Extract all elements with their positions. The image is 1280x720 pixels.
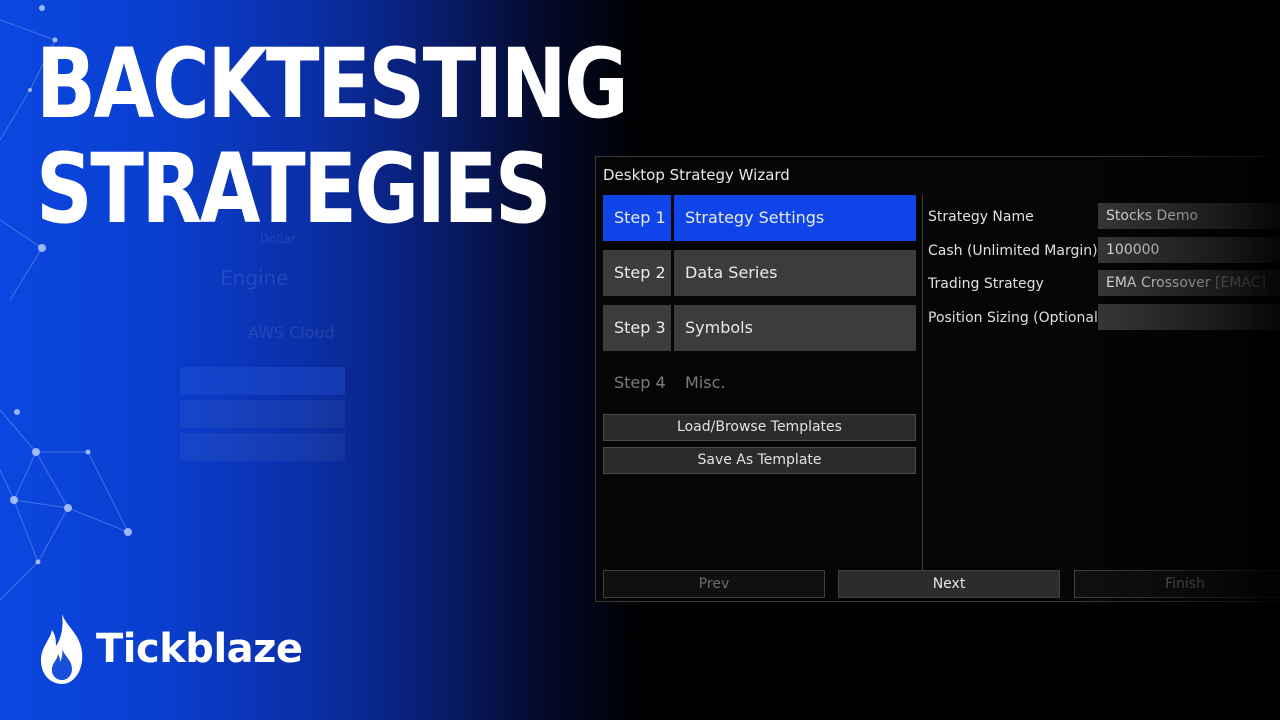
step-label: Strategy Settings — [674, 195, 916, 241]
trading-strategy-value: EMA Crossover — [1106, 275, 1211, 291]
strategy-properties: Strategy Name Stocks Demo Cash (Unlimite… — [928, 201, 1280, 335]
step-symbols[interactable]: Step 3 Symbols — [603, 305, 916, 351]
cash-field[interactable]: 100000 — [1098, 236, 1280, 263]
trading-strategy-code: [EMAC] — [1215, 275, 1266, 291]
next-button[interactable]: Next — [838, 570, 1060, 598]
position-sizing-field[interactable] — [1098, 303, 1280, 330]
ghost-gray-bar — [180, 433, 345, 461]
headline-line-1: BACKTESTING — [36, 28, 629, 140]
finish-button[interactable]: Finish — [1074, 570, 1280, 598]
brand-name: Tickblaze — [96, 626, 303, 672]
step-label: Symbols — [674, 305, 916, 351]
panel-divider — [922, 195, 923, 571]
step-misc: Step 4 Misc. — [603, 360, 916, 406]
property-row-cash: Cash (Unlimited Margin) 100000 — [928, 235, 1280, 269]
window-title: Desktop Strategy Wizard — [603, 166, 790, 184]
save-template-button[interactable]: Save As Template — [603, 447, 916, 474]
step-number: Step 1 — [603, 195, 671, 241]
strategy-wizard-window: Desktop Strategy Wizard Step 1 Strategy … — [595, 156, 1280, 602]
step-number: Step 3 — [603, 305, 671, 351]
step-number: Step 2 — [603, 250, 671, 296]
load-templates-button[interactable]: Load/Browse Templates — [603, 414, 916, 441]
ghost-cloud-label: AWS Cloud — [248, 323, 335, 342]
trading-strategy-select[interactable]: EMA Crossover [EMAC] — [1098, 270, 1280, 296]
strategy-name-field[interactable]: Stocks Demo — [1098, 203, 1280, 229]
property-label: Trading Strategy — [928, 276, 1044, 292]
headline-line-2: STRATEGIES — [36, 133, 552, 245]
property-row-trading-strategy: Trading Strategy EMA Crossover [EMAC] — [928, 268, 1280, 302]
ghost-blue-bar — [180, 367, 345, 395]
ghost-gray-bar — [180, 400, 345, 428]
property-row-position-sizing: Position Sizing (Optional) — [928, 302, 1280, 336]
step-data-series[interactable]: Step 2 Data Series — [603, 250, 916, 296]
prev-button[interactable]: Prev — [603, 570, 825, 598]
ghost-engine-label: Engine — [220, 266, 289, 290]
step-label: Data Series — [674, 250, 916, 296]
wizard-steps: Step 1 Strategy Settings Step 2 Data Ser… — [603, 195, 916, 415]
step-number: Step 4 — [614, 373, 666, 392]
property-label: Cash (Unlimited Margin) — [928, 242, 1098, 259]
property-row-strategy-name: Strategy Name Stocks Demo — [928, 201, 1280, 235]
step-label: Misc. — [685, 373, 726, 392]
brand-logo: Tickblaze — [36, 612, 303, 686]
flame-icon — [40, 614, 83, 684]
step-strategy-settings[interactable]: Step 1 Strategy Settings — [603, 195, 916, 241]
property-label: Position Sizing (Optional) — [928, 309, 1104, 326]
property-label: Strategy Name — [928, 209, 1034, 225]
